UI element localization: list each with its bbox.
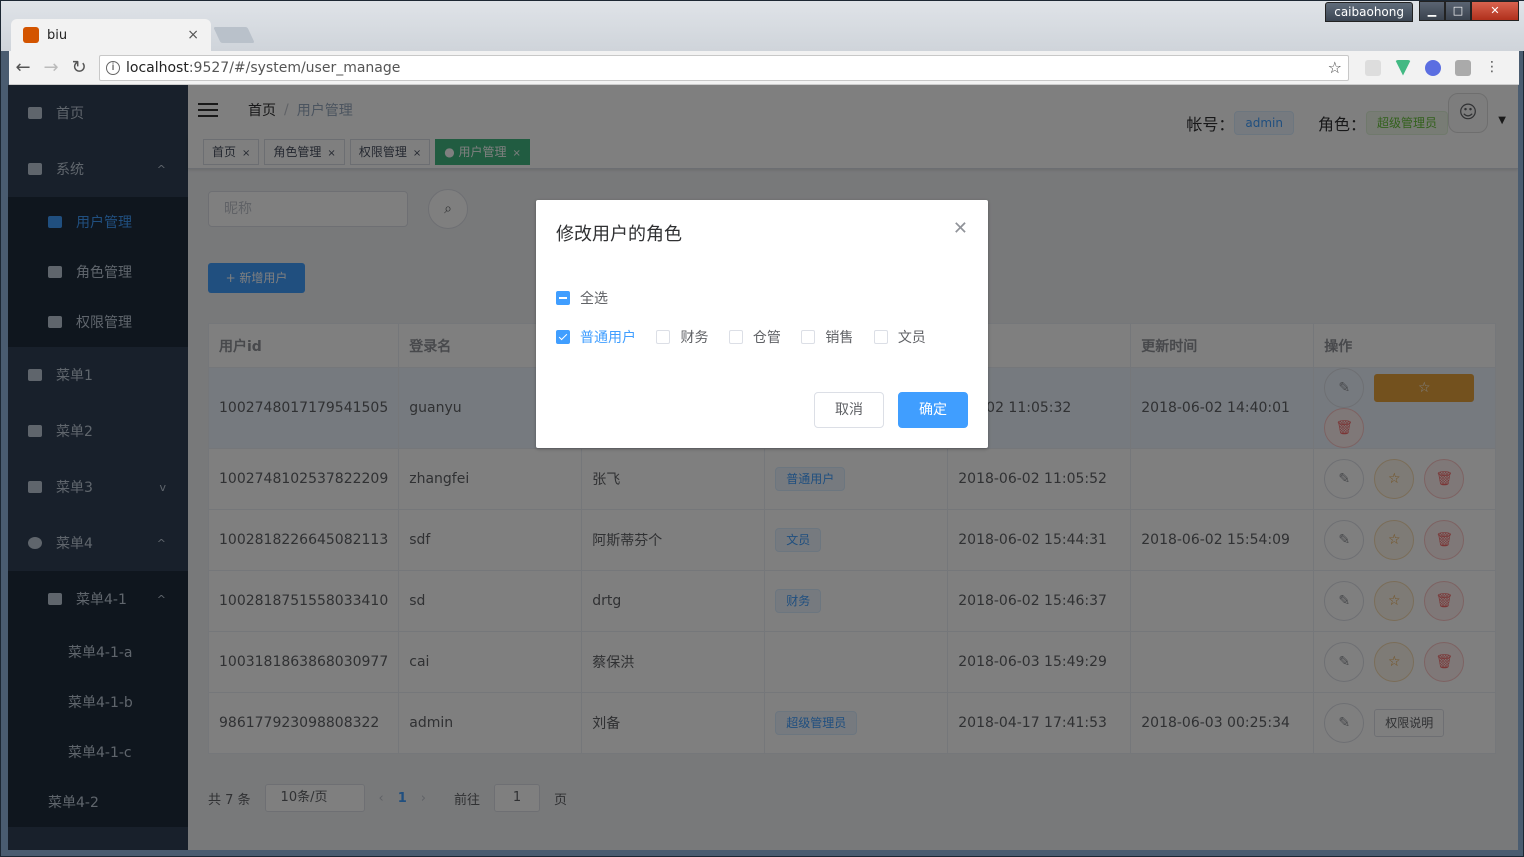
url-field[interactable]: i localhost:9527/#/system/user_manage ☆ xyxy=(99,54,1349,81)
checkbox-label: 全选 xyxy=(580,291,608,307)
forward-icon[interactable]: → xyxy=(37,57,65,78)
menu-icon[interactable]: ⋮ xyxy=(1485,60,1499,76)
checkbox-label: 普通用户 xyxy=(580,330,636,346)
bookmark-star-icon[interactable]: ☆ xyxy=(1328,58,1342,77)
checkbox-label: 仓管 xyxy=(752,330,781,346)
profile-badge[interactable]: caibaohong xyxy=(1325,2,1413,22)
checkbox-label: 财务 xyxy=(680,330,709,346)
back-icon[interactable]: ← xyxy=(9,57,37,78)
url-path: :9527/#/system/user_manage xyxy=(188,59,401,76)
browser-tab[interactable]: biu × xyxy=(11,19,211,51)
minimize-button[interactable]: ▁ xyxy=(1419,1,1445,21)
checkbox xyxy=(656,330,671,344)
role-checkbox-warehouse[interactable]: 仓管 xyxy=(728,327,781,347)
extension-r-icon[interactable] xyxy=(1425,59,1441,76)
reload-icon[interactable]: ↻ xyxy=(65,57,93,78)
checkbox-indeterminate xyxy=(556,291,570,305)
tab-close-icon[interactable]: × xyxy=(187,27,199,43)
vue-devtools-icon[interactable] xyxy=(1395,59,1411,76)
cancel-button[interactable]: 取消 xyxy=(814,392,884,428)
maximize-button[interactable]: □ xyxy=(1445,1,1471,21)
dialog-title: 修改用户的角色 xyxy=(556,224,682,245)
role-checkbox-normal-user[interactable]: 普通用户 xyxy=(556,327,636,347)
url-host: localhost xyxy=(126,59,189,76)
tab-title: biu xyxy=(47,27,68,43)
checkbox-label: 文员 xyxy=(897,330,926,346)
new-tab-button[interactable] xyxy=(213,27,255,43)
checkbox-checked xyxy=(556,330,570,344)
role-checkbox-finance[interactable]: 财务 xyxy=(656,327,708,347)
info-icon[interactable]: i xyxy=(106,60,120,75)
checkbox xyxy=(801,330,816,344)
edit-role-dialog: 修改用户的角色 ✕ 全选 普通用户 财务 仓管 销售 文员 取消 确定 xyxy=(536,200,988,448)
close-window-button[interactable]: ✕ xyxy=(1471,1,1519,21)
extension-icon[interactable] xyxy=(1455,59,1471,76)
confirm-button[interactable]: 确定 xyxy=(898,392,968,428)
favicon-icon xyxy=(23,27,39,43)
role-checkbox-sales[interactable]: 销售 xyxy=(801,327,853,347)
checkbox xyxy=(728,330,743,344)
extension-icon[interactable] xyxy=(1365,59,1381,76)
select-all-checkbox[interactable]: 全选 xyxy=(556,288,608,308)
close-icon[interactable]: ✕ xyxy=(953,218,968,239)
role-checkbox-clerk[interactable]: 文员 xyxy=(873,327,926,347)
address-bar: ← → ↻ i localhost:9527/#/system/user_man… xyxy=(9,51,1519,85)
checkbox xyxy=(873,330,888,344)
checkbox-label: 销售 xyxy=(825,330,854,346)
title-bar: biu × caibaohong ▁ □ ✕ xyxy=(1,1,1524,51)
